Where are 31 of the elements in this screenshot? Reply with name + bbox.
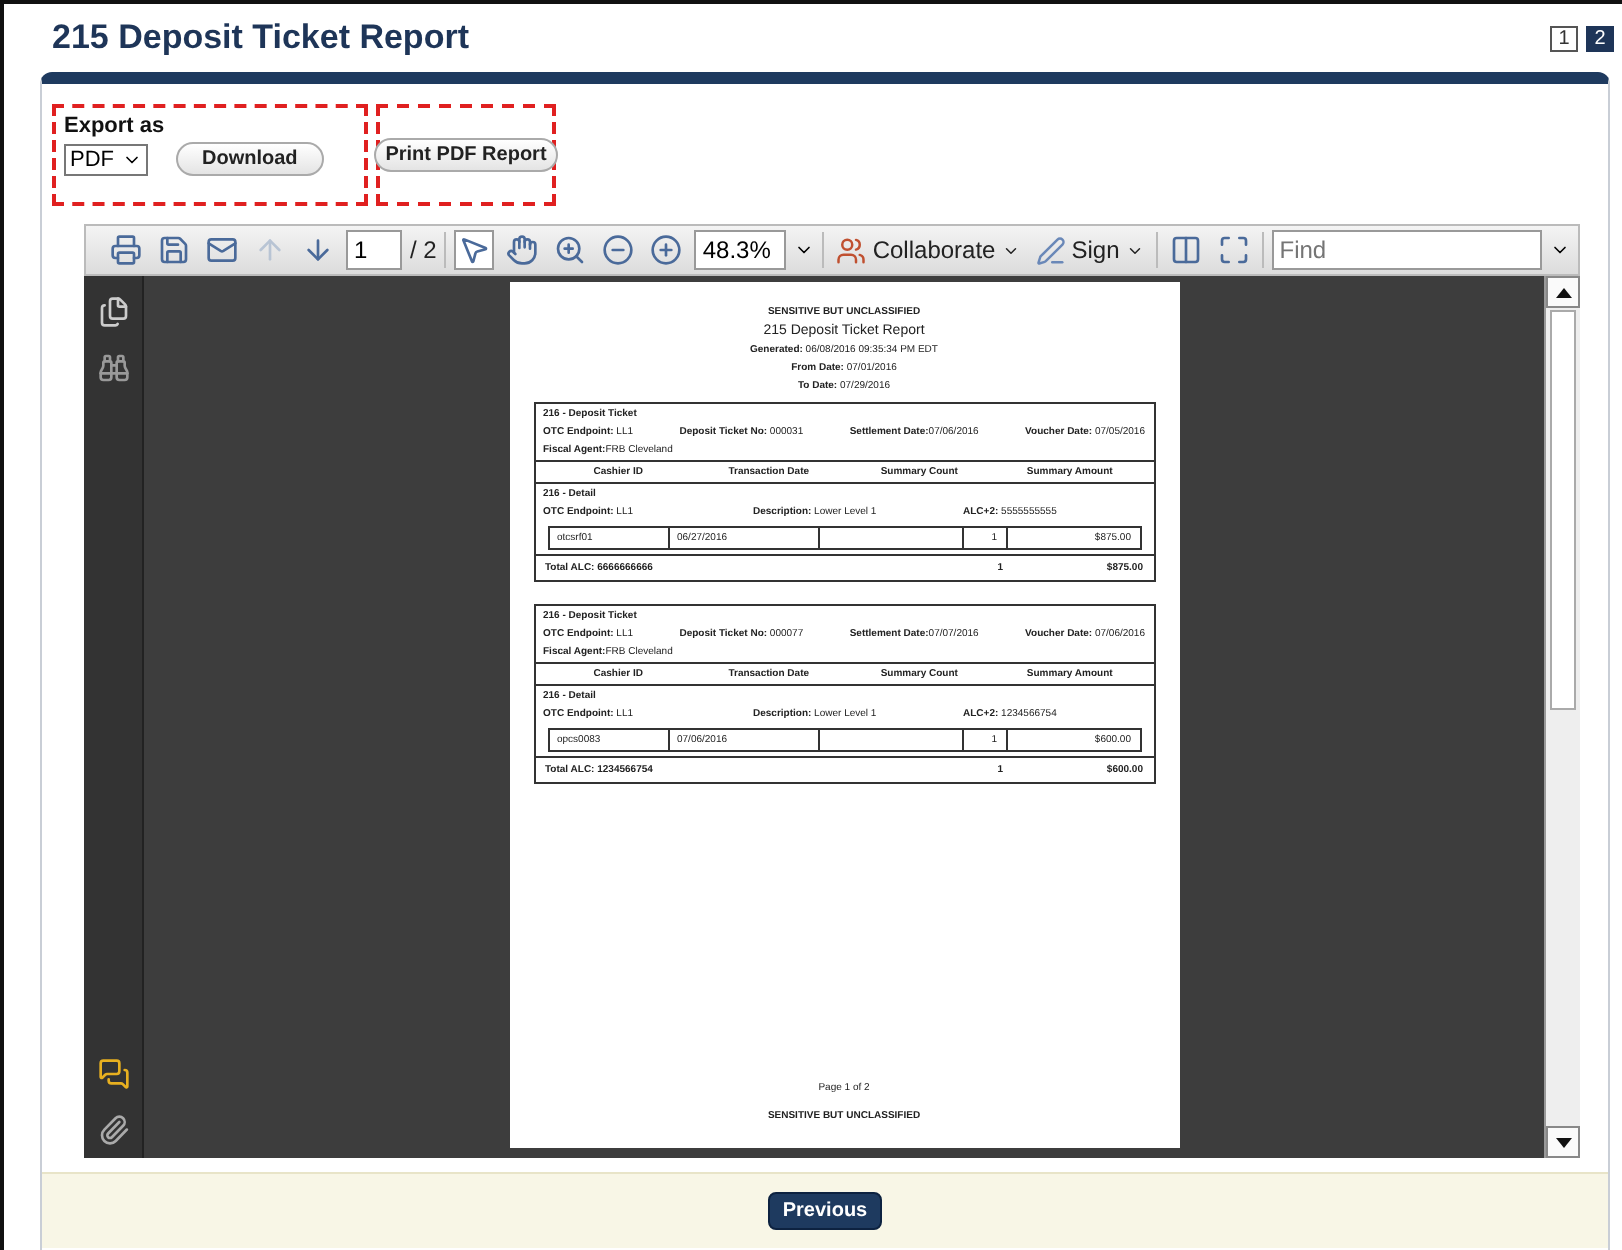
down-arrow-icon (1555, 1137, 1571, 1147)
page-total: / 2 (410, 236, 437, 264)
people-icon (836, 235, 867, 265)
pages-icon[interactable] (97, 296, 129, 328)
scroll-down-button[interactable] (1546, 1126, 1580, 1158)
comments-icon[interactable] (97, 1058, 129, 1090)
download-button[interactable]: Download (176, 142, 324, 176)
binoculars-icon[interactable] (97, 352, 129, 384)
hand-icon[interactable] (502, 230, 543, 270)
previous-button[interactable]: Previous (768, 1192, 882, 1230)
page-tab[interactable]: 2 (1586, 25, 1614, 51)
scrollbar[interactable] (1544, 276, 1580, 1158)
print-icon[interactable] (106, 230, 146, 270)
sign-menu[interactable]: Sign (1031, 235, 1148, 265)
pointer-icon[interactable] (454, 230, 495, 270)
zoom-field[interactable]: 48.3% (694, 230, 787, 270)
page-tab[interactable]: 1 (1550, 25, 1578, 51)
find-field[interactable]: Find (1271, 230, 1542, 270)
up-arrow-icon (1555, 287, 1571, 297)
export-label: Export as (64, 114, 167, 138)
print-button[interactable]: Print PDF Report (373, 138, 559, 172)
pen-icon (1035, 235, 1066, 265)
paperclip-icon[interactable] (97, 1114, 129, 1146)
scroll-up-button[interactable] (1546, 276, 1580, 308)
page-title: 215 Deposit Ticket Report (52, 18, 469, 58)
plus-circle-icon[interactable] (646, 230, 687, 270)
collaborate-menu[interactable]: Collaborate (832, 235, 1024, 265)
format-select[interactable]: PDF (64, 143, 148, 175)
scroll-thumb[interactable] (1550, 310, 1576, 710)
page-number-field[interactable]: 1 (346, 230, 402, 270)
minus-circle-icon[interactable] (598, 230, 639, 270)
